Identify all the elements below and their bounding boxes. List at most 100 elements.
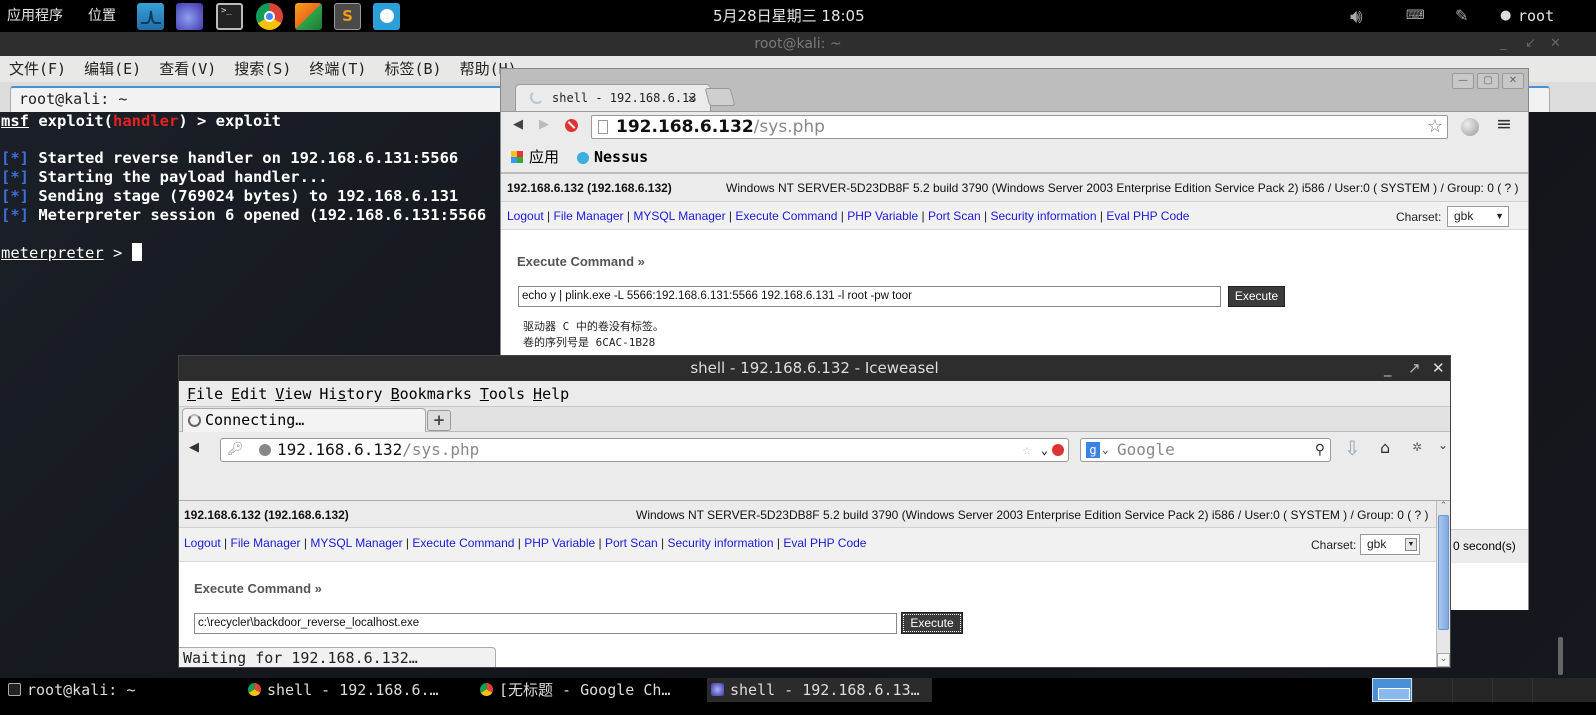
- workspace-2[interactable]: [1412, 678, 1452, 702]
- nav-mysql-manager[interactable]: MYSQL Manager: [310, 536, 402, 550]
- nav-logout[interactable]: Logout: [507, 209, 544, 223]
- terminal-titlebar[interactable]: root@kali: ~ _ ↙ ✕: [0, 32, 1596, 56]
- workspace-3[interactable]: [1452, 678, 1492, 702]
- maximize-button[interactable]: ▢: [1477, 73, 1499, 89]
- workspace-5[interactable]: [1532, 678, 1596, 702]
- globe-icon[interactable]: [1461, 118, 1479, 136]
- nav-eval-php-code[interactable]: Eval PHP Code: [1106, 209, 1189, 223]
- stop-icon[interactable]: [1052, 444, 1064, 456]
- search-input[interactable]: g ⌄ Google ⚲: [1080, 438, 1331, 462]
- close-button[interactable]: ✕: [1502, 73, 1524, 89]
- clock[interactable]: 5月28日星期三 18:05: [713, 0, 865, 32]
- minimize-button[interactable]: —: [1452, 73, 1474, 89]
- nessus-icon[interactable]: [373, 3, 400, 30]
- nav-mysql-manager[interactable]: MYSQL Manager: [633, 209, 725, 223]
- new-tab-button[interactable]: +: [427, 410, 451, 431]
- menu-history[interactable]: History: [319, 385, 382, 403]
- nav-php-variable[interactable]: PHP Variable: [524, 536, 595, 550]
- back-icon[interactable]: ◀: [513, 117, 523, 132]
- task-terminal[interactable]: root@kali: ~: [8, 678, 238, 702]
- close-tab-icon[interactable]: ✕: [688, 85, 695, 111]
- close-button[interactable]: ✕: [1432, 356, 1445, 381]
- nav-file-manager[interactable]: File Manager: [554, 209, 624, 223]
- menu-terminal[interactable]: 终端(T): [309, 60, 366, 78]
- identity-key-icon[interactable]: 🔑︎: [227, 439, 244, 461]
- task-chrome-untitled[interactable]: [无标题 - Google Ch…: [480, 678, 705, 702]
- volume-icon[interactable]: 🔊︎: [1350, 0, 1363, 32]
- scrollbar-thumb[interactable]: [1438, 515, 1449, 630]
- task-chrome-shell[interactable]: shell - 192.168.6.…: [248, 678, 473, 702]
- maximize-button[interactable]: ↗: [1408, 356, 1421, 381]
- chrome-tab[interactable]: shell - 192.168.6.13 ✕: [515, 84, 711, 112]
- bookmark-star-icon[interactable]: ☆: [1022, 439, 1032, 461]
- stop-icon[interactable]: [565, 119, 578, 132]
- engine-chevron-icon[interactable]: ⌄: [1102, 439, 1109, 461]
- user-menu[interactable]: root: [1518, 0, 1554, 32]
- pycharm-icon[interactable]: [295, 3, 322, 30]
- sublime-text-icon[interactable]: S: [334, 3, 361, 30]
- overflow-chevron-icon[interactable]: ⌄: [1438, 438, 1448, 452]
- command-input[interactable]: c:\recycler\backdoor_reverse_localhost.e…: [194, 613, 897, 634]
- nav-port-scan[interactable]: Port Scan: [928, 209, 981, 223]
- nav-security-information[interactable]: Security information: [667, 536, 773, 550]
- wireshark-icon[interactable]: [137, 3, 164, 30]
- minimize-button[interactable]: _: [1384, 356, 1392, 381]
- new-tab-button[interactable]: [704, 88, 736, 106]
- menu-file[interactable]: 文件(F): [9, 60, 66, 78]
- nav-php-variable[interactable]: PHP Variable: [847, 209, 918, 223]
- dropdown-chevron-icon[interactable]: ⌄: [1041, 439, 1048, 461]
- menu-edit[interactable]: Edit: [231, 385, 267, 403]
- menu-file[interactable]: File: [187, 385, 223, 403]
- address-bar[interactable]: 192.168.6.132/sys.php ☆: [591, 115, 1448, 139]
- menu-icon[interactable]: ≡: [1496, 113, 1512, 135]
- menu-search[interactable]: 搜索(S): [234, 60, 291, 78]
- menu-help[interactable]: Help: [533, 385, 569, 403]
- execute-button[interactable]: Execute: [901, 612, 963, 634]
- url-bar[interactable]: 🔑︎ 192.168.6.132/sys.php ☆ ⌄: [220, 438, 1069, 462]
- bookmark-nessus[interactable]: Nessus: [594, 141, 648, 173]
- home-icon[interactable]: ⌂: [1380, 438, 1390, 457]
- search-icon[interactable]: ⚲: [1315, 439, 1325, 461]
- charset-select[interactable]: gbk ▼: [1447, 206, 1509, 227]
- scroll-down-icon[interactable]: ⌄: [1437, 653, 1450, 667]
- bookmark-star-icon[interactable]: ☆: [1427, 116, 1443, 138]
- vertical-scrollbar[interactable]: ⌃ ⌄: [1436, 501, 1450, 667]
- menu-edit[interactable]: 编辑(E): [84, 60, 141, 78]
- menu-tools[interactable]: Tools: [480, 385, 525, 403]
- nav-file-manager[interactable]: File Manager: [231, 536, 301, 550]
- scroll-up-icon[interactable]: ⌃: [1437, 501, 1450, 515]
- execute-button[interactable]: Execute: [1228, 286, 1285, 307]
- workspace-1[interactable]: [1372, 678, 1412, 702]
- back-icon[interactable]: ◀: [189, 440, 199, 455]
- download-icon[interactable]: ⇩: [1344, 436, 1361, 460]
- network-icon[interactable]: ✎: [1455, 0, 1468, 32]
- chat-status-icon[interactable]: ●: [1500, 0, 1511, 32]
- applications-menu[interactable]: 应用程序: [7, 0, 63, 32]
- addon-icon[interactable]: ✲: [1412, 440, 1422, 454]
- menu-tabs[interactable]: 标签(B): [384, 60, 441, 78]
- workspace-4[interactable]: [1492, 678, 1532, 702]
- bookmark-apps[interactable]: 应用: [529, 141, 559, 173]
- nav-eval-php-code[interactable]: Eval PHP Code: [783, 536, 866, 550]
- forward-icon[interactable]: ▶: [539, 117, 549, 132]
- iceweasel-icon[interactable]: [176, 3, 203, 30]
- keyboard-icon[interactable]: ⌨: [1406, 0, 1425, 32]
- chrome-icon[interactable]: [256, 3, 283, 30]
- nav-execute-command[interactable]: Execute Command: [735, 209, 837, 223]
- menu-view[interactable]: View: [275, 385, 311, 403]
- terminal-icon[interactable]: >_: [216, 3, 243, 30]
- task-iceweasel-shell[interactable]: shell - 192.168.6.13…: [707, 678, 932, 702]
- restore-button[interactable]: ↙: [1525, 32, 1536, 56]
- nav-execute-command[interactable]: Execute Command: [412, 536, 514, 550]
- charset-select[interactable]: gbk ▼: [1360, 534, 1420, 555]
- nav-port-scan[interactable]: Port Scan: [605, 536, 658, 550]
- places-menu[interactable]: 位置: [88, 0, 116, 32]
- menu-bookmarks[interactable]: Bookmarks: [391, 385, 472, 403]
- nav-logout[interactable]: Logout: [184, 536, 221, 550]
- terminal-scrollbar[interactable]: [1558, 637, 1563, 675]
- iceweasel-titlebar[interactable]: shell - 192.168.6.132 - Iceweasel _ ↗ ✕: [179, 356, 1450, 381]
- command-input[interactable]: echo y | plink.exe -L 5566:192.168.6.131…: [518, 286, 1221, 307]
- google-engine-icon[interactable]: g: [1086, 442, 1100, 458]
- minimize-button[interactable]: _: [1500, 32, 1507, 56]
- close-button[interactable]: ✕: [1550, 32, 1561, 56]
